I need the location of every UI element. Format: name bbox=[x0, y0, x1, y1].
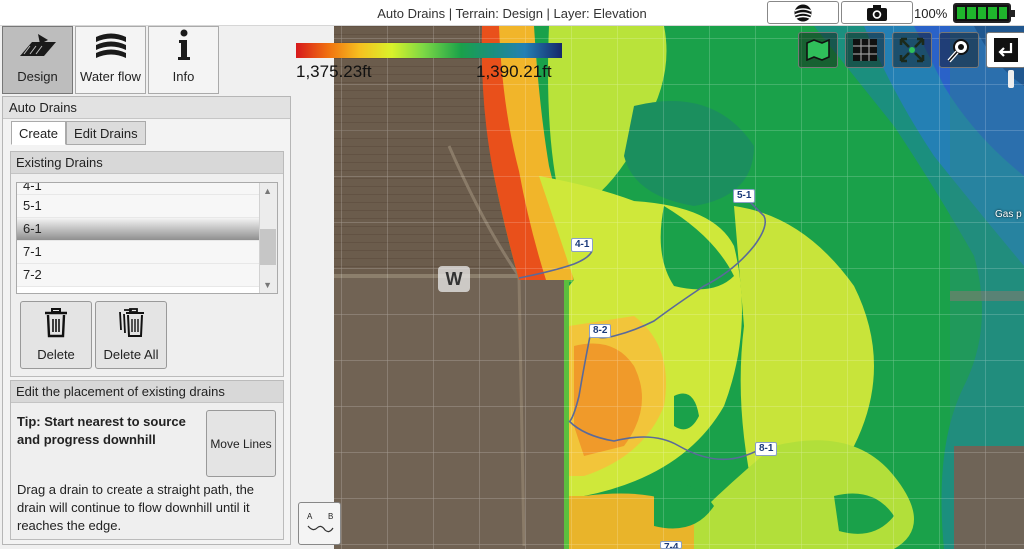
delete-all-button[interactable]: Delete All bbox=[95, 301, 167, 369]
grid-button[interactable] bbox=[845, 32, 885, 68]
move-lines-button[interactable]: Move Lines bbox=[206, 410, 276, 477]
globe-button[interactable] bbox=[767, 1, 839, 24]
edit-placement-title: Edit the placement of existing drains bbox=[11, 381, 283, 403]
camera-icon bbox=[867, 4, 887, 21]
scroll-down-icon[interactable]: ▼ bbox=[263, 280, 272, 290]
design-icon bbox=[18, 27, 58, 63]
move-lines-label: Move Lines bbox=[210, 436, 272, 451]
delete-label: Delete bbox=[37, 347, 75, 362]
existing-drains-group: Existing Drains 4-1 5-1 6-1 7-1 7-2 ▲ ▼ … bbox=[10, 151, 284, 377]
profile-label-a: A bbox=[307, 512, 313, 521]
tab-create[interactable]: Create bbox=[11, 121, 67, 145]
list-item[interactable]: 7-2 bbox=[17, 264, 277, 287]
trash-icon bbox=[45, 308, 67, 338]
trash-multiple-icon bbox=[119, 308, 144, 337]
grid-icon bbox=[853, 39, 877, 61]
fit-extent-icon bbox=[899, 37, 925, 63]
fit-extent-button[interactable] bbox=[892, 32, 932, 68]
mode-tab-label: Design bbox=[17, 69, 58, 84]
settings-wrench-icon bbox=[947, 39, 969, 63]
gas-map-label: Gas p bbox=[995, 209, 1022, 220]
drains-listbox[interactable]: 4-1 5-1 6-1 7-1 7-2 ▲ ▼ bbox=[16, 182, 278, 294]
list-item[interactable]: 4-1 bbox=[17, 183, 277, 195]
existing-drains-title: Existing Drains bbox=[11, 152, 283, 174]
drain-label[interactable]: 5-1 bbox=[733, 189, 756, 203]
list-item-selected[interactable]: 6-1 bbox=[17, 218, 277, 241]
compass-west-indicator: W bbox=[438, 266, 470, 292]
settings-button[interactable] bbox=[939, 32, 979, 68]
globe-icon bbox=[794, 4, 812, 21]
drain-label[interactable]: 4-1 bbox=[571, 238, 594, 252]
list-scrollbar[interactable]: ▲ ▼ bbox=[259, 183, 277, 293]
camera-button[interactable] bbox=[841, 1, 913, 24]
auto-drains-panel: Auto Drains Create Edit Drains Existing … bbox=[2, 96, 291, 545]
mode-tab-label: Info bbox=[172, 69, 195, 84]
title-bar: Auto Drains | Terrain: Design | Layer: E… bbox=[0, 0, 1024, 26]
map-outline-button[interactable] bbox=[798, 32, 838, 68]
elevation-legend-bar bbox=[296, 43, 562, 58]
drain-label[interactable]: 7-4 bbox=[660, 541, 683, 549]
placement-description: Drag a drain to create a straight path, … bbox=[17, 482, 255, 533]
scroll-up-icon[interactable]: ▲ bbox=[263, 186, 272, 196]
list-item[interactable]: 7-1 bbox=[17, 241, 277, 264]
map-toolbar bbox=[798, 32, 1024, 68]
battery-percent: 100% bbox=[914, 6, 948, 21]
edit-placement-group: Edit the placement of existing drains Ti… bbox=[10, 380, 284, 540]
battery-icon bbox=[953, 3, 1015, 23]
drain-label[interactable]: 8-1 bbox=[755, 442, 778, 456]
delete-all-label: Delete All bbox=[103, 347, 159, 362]
profile-ab-button[interactable]: A B bbox=[298, 502, 341, 545]
map-scroll-indicator[interactable] bbox=[1008, 70, 1014, 88]
mode-tab-design[interactable]: Design bbox=[2, 26, 73, 94]
profile-label-b: B bbox=[328, 512, 334, 521]
subtabs: Create Edit Drains bbox=[11, 121, 146, 145]
tip-text: Tip: Start nearest to source and progres… bbox=[17, 414, 186, 447]
map-outline-icon bbox=[806, 39, 830, 61]
exit-icon bbox=[994, 38, 1018, 62]
info-icon bbox=[176, 27, 192, 63]
tab-edit-drains[interactable]: Edit Drains bbox=[66, 121, 146, 145]
legend-max-label: 1,390.21ft bbox=[476, 62, 552, 81]
mode-tab-label: Water flow bbox=[80, 69, 141, 84]
mode-tab-info[interactable]: Info bbox=[148, 26, 219, 94]
scroll-thumb[interactable] bbox=[260, 229, 276, 265]
exit-button[interactable] bbox=[986, 32, 1024, 68]
water-flow-icon bbox=[94, 27, 128, 63]
delete-button[interactable]: Delete bbox=[20, 301, 92, 369]
list-item[interactable]: 5-1 bbox=[17, 195, 277, 218]
panel-title: Auto Drains bbox=[3, 97, 290, 119]
mode-tabs: Design Water flow Info bbox=[2, 26, 219, 94]
mode-tab-water-flow[interactable]: Water flow bbox=[75, 26, 146, 94]
drain-label[interactable]: 8-2 bbox=[589, 324, 612, 338]
legend-min-label: 1,375.23ft bbox=[296, 62, 372, 81]
